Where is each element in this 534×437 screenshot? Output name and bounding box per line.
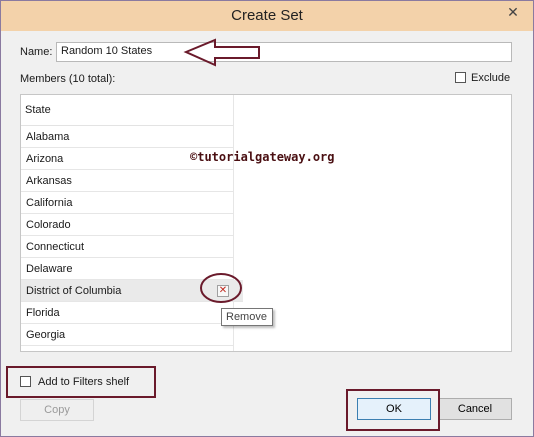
annotation-arrow	[183, 38, 260, 67]
annotation-box-add-to-filters	[6, 366, 156, 398]
annotation-circle	[200, 273, 242, 303]
annotation-box-ok	[346, 389, 440, 431]
